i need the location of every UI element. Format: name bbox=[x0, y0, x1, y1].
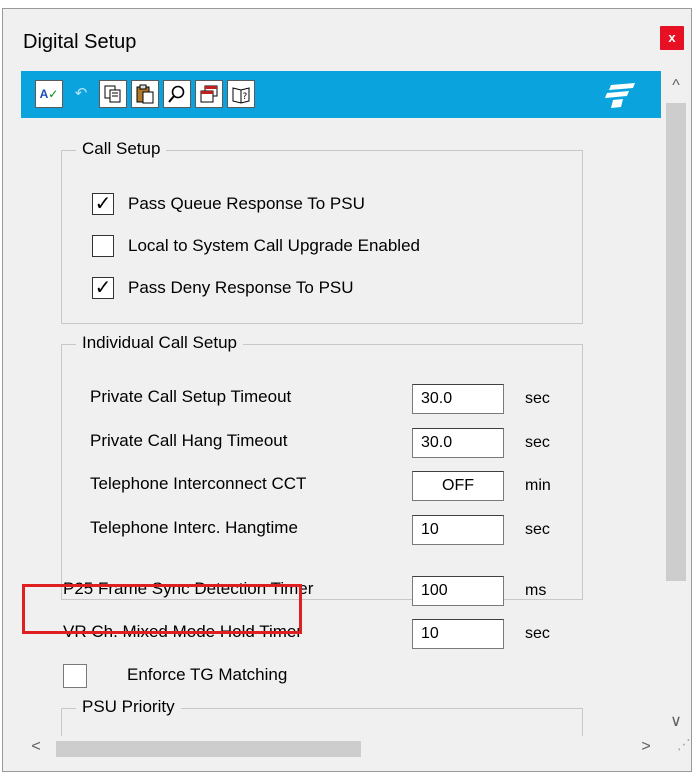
telephone-interc-hangtime-field[interactable]: 10 bbox=[412, 515, 504, 545]
undo-icon[interactable]: ↶ bbox=[67, 80, 95, 108]
individual-call-setup-title: Individual Call Setup bbox=[76, 333, 243, 353]
enforce-tg-label: Enforce TG Matching bbox=[127, 665, 288, 684]
telephone-interconnect-cct-label: Telephone Interconnect CCT bbox=[90, 474, 307, 493]
pass-deny-label: Pass Deny Response To PSU bbox=[128, 278, 354, 297]
scroll-down-icon[interactable]: ∨ bbox=[661, 711, 691, 731]
client-area: A✓ ↶ ? Call Setup ✓ Pass Queue Response … bbox=[21, 71, 691, 761]
pass-deny-checkbox[interactable]: ✓ bbox=[92, 277, 114, 299]
unit-label: sec bbox=[525, 390, 550, 407]
paste-icon[interactable] bbox=[131, 80, 159, 108]
cropped-heading-fragment bbox=[0, 0, 695, 8]
title-bar: Digital Setup x bbox=[3, 9, 691, 69]
find-icon[interactable] bbox=[163, 80, 191, 108]
private-call-setup-timeout-field[interactable]: 30.0 bbox=[412, 384, 504, 414]
private-call-hang-timeout-field[interactable]: 30.0 bbox=[412, 428, 504, 458]
enforce-tg-highlight-box bbox=[22, 584, 302, 634]
unit-label: ms bbox=[525, 582, 547, 599]
private-call-setup-timeout-label: Private Call Setup Timeout bbox=[90, 387, 292, 406]
vertical-scrollbar[interactable]: ^ ∨ bbox=[661, 71, 691, 736]
enforce-tg-checkbox[interactable] bbox=[63, 664, 87, 688]
window-title: Digital Setup bbox=[23, 31, 137, 53]
toolbar: A✓ ↶ ? bbox=[21, 71, 661, 118]
p25-frame-sync-field[interactable]: 100 bbox=[412, 576, 504, 606]
svg-text:?: ? bbox=[243, 92, 248, 102]
scroll-up-icon[interactable]: ^ bbox=[661, 77, 691, 95]
unit-label: sec bbox=[525, 434, 550, 451]
unit-label: sec bbox=[525, 625, 550, 642]
psu-priority-title: PSU Priority bbox=[76, 697, 181, 717]
unit-label: sec bbox=[525, 521, 550, 538]
copy-icon[interactable] bbox=[99, 80, 127, 108]
resize-grip-icon[interactable]: ⋰ bbox=[661, 736, 691, 761]
vertical-scroll-thumb[interactable] bbox=[666, 103, 686, 581]
call-setup-title: Call Setup bbox=[76, 139, 167, 159]
scroll-left-icon[interactable]: < bbox=[21, 738, 51, 756]
help-book-icon[interactable]: ? bbox=[227, 80, 255, 108]
local-upgrade-label: Local to System Call Upgrade Enabled bbox=[128, 236, 420, 255]
window-icon[interactable] bbox=[195, 80, 223, 108]
check-mark-icon: ✓ bbox=[94, 193, 112, 215]
digital-setup-window: Digital Setup x A✓ ↶ ? Call Setup ✓ Pass… bbox=[2, 8, 692, 772]
local-upgrade-checkbox[interactable] bbox=[92, 235, 114, 257]
brand-logo-icon bbox=[601, 81, 641, 109]
pass-queue-checkbox[interactable]: ✓ bbox=[92, 193, 114, 215]
telephone-interc-hangtime-label: Telephone Interc. Hangtime bbox=[90, 518, 298, 537]
scroll-right-icon[interactable]: > bbox=[631, 738, 661, 756]
psu-priority-group: PSU Priority bbox=[61, 697, 583, 736]
telephone-interconnect-cct-field[interactable]: OFF bbox=[412, 471, 504, 501]
pass-queue-label: Pass Queue Response To PSU bbox=[128, 194, 365, 213]
close-button[interactable]: x bbox=[660, 26, 684, 50]
check-mark-icon: ✓ bbox=[94, 277, 112, 299]
private-call-hang-timeout-label: Private Call Hang Timeout bbox=[90, 431, 288, 450]
individual-call-setup-group: Individual Call Setup bbox=[61, 333, 583, 600]
vr-mixed-mode-field[interactable]: 10 bbox=[412, 619, 504, 649]
unit-label: min bbox=[525, 477, 551, 494]
settings-panel: Call Setup ✓ Pass Queue Response To PSU … bbox=[21, 118, 661, 736]
spellcheck-icon[interactable]: A✓ bbox=[35, 80, 63, 108]
horizontal-scroll-thumb[interactable] bbox=[56, 741, 361, 757]
horizontal-scrollbar[interactable]: < > bbox=[21, 736, 661, 761]
